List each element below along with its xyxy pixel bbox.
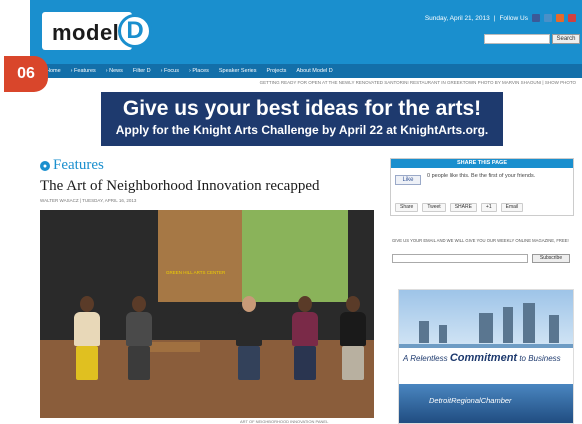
google-plus-button[interactable]: +1 bbox=[480, 203, 497, 212]
projection-screen: GREEN HILL ARTS CENTER bbox=[158, 210, 348, 302]
share-header: SHARE THIS PAGE bbox=[391, 159, 573, 168]
nav-item-speaker-series[interactable]: Speaker Series bbox=[219, 68, 257, 74]
site-logo[interactable]: model bbox=[52, 20, 119, 46]
panelist bbox=[232, 296, 266, 384]
screen-building-image bbox=[158, 210, 242, 302]
ad-logo: DetroitRegionalChamber bbox=[429, 396, 512, 405]
ad-building bbox=[479, 313, 493, 343]
panelist bbox=[336, 296, 370, 384]
nav-item-home[interactable]: Home bbox=[46, 68, 61, 74]
side-ad[interactable]: A Relentless Commitment to Business Detr… bbox=[398, 289, 574, 424]
subscribe-button[interactable]: Subscribe bbox=[532, 254, 570, 263]
like-count-text: 0 people like this. Be the first of your… bbox=[427, 173, 536, 179]
ad-building bbox=[523, 303, 535, 343]
nav-item-focus[interactable]: › Focus bbox=[161, 68, 179, 74]
ad-building bbox=[439, 325, 447, 343]
slide-number-badge: 06 bbox=[4, 56, 48, 92]
panelist bbox=[288, 296, 322, 384]
banner-ad[interactable]: Give us your best ideas for the arts! Ap… bbox=[101, 92, 503, 146]
rss-icon[interactable] bbox=[556, 14, 564, 22]
header-top-right: Sunday, April 21, 2013 | Follow Us bbox=[425, 14, 576, 22]
nav-item-filter-d[interactable]: Filter D bbox=[133, 68, 151, 74]
newsletter-text: GIVE US YOUR EMAIL AND WE WILL GIVE YOU … bbox=[392, 238, 569, 243]
search-button[interactable]: Search bbox=[552, 34, 580, 44]
nav-item-places[interactable]: › Places bbox=[189, 68, 209, 74]
photo-caption: ART OF NEIGHBORHOOD INNOVATION PANEL bbox=[240, 419, 329, 424]
section-title: ● Features bbox=[40, 157, 104, 174]
nav-item-features[interactable]: › Features bbox=[71, 68, 96, 74]
logo-d-icon[interactable]: D bbox=[118, 14, 152, 48]
article-photo[interactable]: GREEN HILL ARTS CENTER bbox=[40, 210, 374, 418]
ad-building bbox=[419, 321, 429, 343]
facebook-share-button[interactable]: Share bbox=[395, 203, 419, 212]
site-header: model D Sunday, April 21, 2013 | Follow … bbox=[30, 0, 582, 64]
tweet-button[interactable]: Tweet bbox=[422, 203, 446, 212]
section-bullet-icon: ● bbox=[40, 160, 50, 171]
panelist bbox=[70, 296, 104, 384]
like-button[interactable]: Like bbox=[395, 175, 421, 185]
banner-subline: Apply for the Knight Arts Challenge by A… bbox=[115, 123, 489, 137]
newsletter-email-input[interactable] bbox=[392, 254, 528, 263]
linkedin-share-button[interactable]: SHARE bbox=[449, 203, 477, 212]
email-share-button[interactable]: Email bbox=[500, 203, 524, 212]
nav-item-projects[interactable]: Projects bbox=[267, 68, 287, 74]
nav-item-news[interactable]: › News bbox=[106, 68, 123, 74]
share-box: SHARE THIS PAGE Like 0 people like this.… bbox=[390, 158, 574, 216]
ad-building bbox=[549, 315, 559, 343]
follow-label: Follow Us bbox=[499, 14, 528, 22]
ad-slogan: A Relentless Commitment to Business bbox=[403, 352, 561, 364]
panelist bbox=[122, 296, 156, 384]
email-icon[interactable] bbox=[568, 14, 576, 22]
linkedin-icon[interactable] bbox=[544, 14, 552, 22]
webpage: model D Sunday, April 21, 2013 | Follow … bbox=[30, 0, 582, 424]
header-photo-caption: GETTING READY FOR OPEN AT THE NEWLY RENO… bbox=[259, 80, 576, 85]
banner-headline: Give us your best ideas for the arts! bbox=[122, 97, 482, 120]
divider: | bbox=[493, 14, 496, 22]
date-label: Sunday, April 21, 2013 bbox=[424, 14, 490, 22]
article-byline: WALTER WASACZ | TUESDAY, APRIL 16, 2013 bbox=[40, 198, 137, 203]
search-input[interactable] bbox=[484, 34, 550, 44]
facebook-icon[interactable] bbox=[532, 14, 540, 22]
article-title: The Art of Neighborhood Innovation recap… bbox=[40, 178, 320, 194]
screen-text: GREEN HILL ARTS CENTER bbox=[166, 270, 226, 275]
main-nav: Home › Features › News Filter D › Focus … bbox=[30, 64, 582, 78]
ad-building bbox=[503, 307, 513, 343]
share-buttons: Share Tweet SHARE +1 Email bbox=[395, 203, 524, 212]
nav-item-about[interactable]: About Model D bbox=[296, 68, 332, 74]
ad-river bbox=[399, 344, 573, 348]
